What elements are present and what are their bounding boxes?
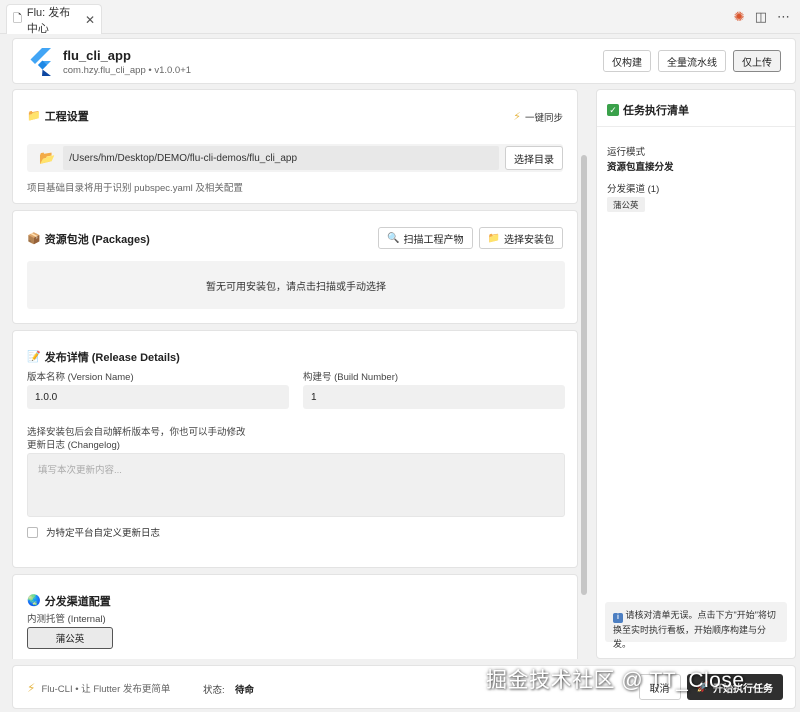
release-details-title-text: 发布详情 (Release Details) [44,352,180,364]
project-settings-card: 📁 工程设置 ⚡ 一键同步 📂 选择目录 项目基础目录将用于识别 pubspec… [12,89,578,204]
footer-buttons: 取消 🚀 开始执行任务 [638,674,783,700]
scan-artifacts-button[interactable]: 🔍 扫描工程产物 [378,227,473,249]
bolt-icon: ⚡ [513,110,521,123]
search-icon: 🔍 [387,232,400,244]
more-icon[interactable]: ⋯ [777,9,790,25]
full-pipeline-button[interactable]: 全量流水线 [658,50,726,72]
tab-actions: ✺ ◫ ⋯ [734,9,790,25]
start-tasks-label: 开始执行任务 [713,683,773,695]
checklist-info-box: i 请核对清单无误。点击下方"开始"将切换至实时执行看板，开始顺序构建与分发。 [605,602,787,649]
checklist-channel-chip: 蒲公英 [607,197,645,212]
channels-title-text: 分发渠道配置 [44,596,111,608]
scan-artifacts-label: 扫描工程产物 [403,234,464,246]
channels-title: 🌏 分发渠道配置 [27,593,111,609]
bolt-icon: ⚡ [27,681,36,695]
custom-changelog-checkbox[interactable] [27,526,38,538]
project-path-hint: 项目基础目录将用于识别 pubspec.yaml 及相关配置 [27,183,243,194]
custom-changelog-label: 为特定平台自定义更新日志 [46,528,161,539]
packages-empty-state: 暂无可用安装包，请点击扫描或手动选择 [27,261,565,309]
upload-only-button[interactable]: 仅上传 [733,50,781,72]
task-checklist-title-text: 任务执行清单 [623,105,689,117]
select-package-label: 选择安装包 [504,234,554,246]
channels-card: 🌏 分发渠道配置 内测托管 (Internal) 蒲公英 [12,574,578,659]
channels-count-label: 分发渠道 (1) [607,184,660,195]
checklist-info-text: 请核对清单无误。点击下方"开始"将切换至实时执行看板，开始顺序构建与分发。 [613,610,776,649]
quick-sync-label: 一键同步 [524,113,563,124]
split-editor-icon[interactable]: ◫ [755,9,767,25]
app-meta: com.hzy.flu_cli_app • v1.0.0+1 [63,65,192,76]
tab-title: Flu: 发布中心 [26,6,71,35]
start-tasks-button[interactable]: 🚀 开始执行任务 [686,674,783,700]
quick-sync-button[interactable]: ⚡ 一键同步 [513,110,563,124]
folder-open-icon: 📂 [39,150,56,165]
version-auto-hint: 选择安装包后会自动解析版本号，你也可以手动修改 [27,427,246,438]
task-checklist-panel: ✓ 任务执行清单 运行模式 资源包直接分发 分发渠道 (1) 蒲公英 i 请核对… [596,89,796,659]
tab-release-center[interactable]: 🗋 Flu: 发布中心 ✕ [6,4,102,35]
build-number-label: 构建号 (Build Number) [303,372,399,383]
channel-pgyer-chip[interactable]: 蒲公英 [27,627,113,649]
footer-bar: ⚡ Flu-CLI • 让 Flutter 发布更简单 状态: 待命 取消 🚀 … [12,665,796,709]
footer-brand-text: Flu-CLI • 让 Flutter 发布更简单 [41,684,171,695]
info-icon: i [613,613,623,623]
status-label: 状态: [203,685,225,696]
sparkle-icon[interactable]: ✺ [734,9,745,25]
packages-title-text: 资源包池 (Packages) [44,234,150,246]
packages-card: 📦 资源包池 (Packages) 🔍 扫描工程产物 📁 选择安装包 暂无可用安… [12,210,578,324]
main-scroll-thumb[interactable] [581,155,587,595]
version-name-label: 版本名称 (Version Name) [27,372,134,383]
cancel-button[interactable]: 取消 [638,674,681,700]
select-package-button[interactable]: 📁 选择安装包 [478,227,563,249]
side-divider [597,126,795,127]
run-mode-label: 运行模式 [607,147,646,158]
globe-icon: 🌏 [27,594,41,607]
project-path-row: 📂 选择目录 [27,144,563,172]
flutter-logo-icon [30,48,51,76]
header-buttons: 仅构建 全量流水线 仅上传 [603,50,781,72]
project-settings-title-text: 工程设置 [44,111,89,123]
changelog-textarea[interactable] [27,453,565,517]
package-icon: 📦 [27,232,41,245]
folder-small-icon: 📁 [487,232,500,244]
rocket-icon: 🚀 [696,681,709,693]
app-header: flu_cli_app com.hzy.flu_cli_app • v1.0.0… [12,38,796,84]
check-mark-icon: ✓ [607,104,619,116]
app-name: flu_cli_app [63,48,131,63]
build-only-button[interactable]: 仅构建 [603,50,651,72]
main-scrollbar[interactable] [581,89,588,659]
file-icon: 🗋 [13,13,22,25]
tab-bar: 🗋 Flu: 发布中心 ✕ ✺ ◫ ⋯ [0,0,800,35]
task-checklist-title: ✓ 任务执行清单 [607,102,689,118]
project-path-input[interactable] [63,146,500,170]
footer-brand: ⚡ Flu-CLI • 让 Flutter 发布更简单 [27,681,170,695]
main-scroll-area[interactable]: 📁 工程设置 ⚡ 一键同步 📂 选择目录 项目基础目录将用于识别 pubspec… [12,89,590,659]
build-number-input[interactable] [303,385,565,409]
memo-icon: 📝 [27,350,41,363]
close-icon[interactable]: ✕ [85,13,95,27]
packages-actions: 🔍 扫描工程产物 📁 选择安装包 [378,227,563,249]
release-details-card: 📝 发布详情 (Release Details) 版本名称 (Version N… [12,330,578,568]
folder-icon: 📁 [27,109,41,122]
run-mode-value: 资源包直接分发 [607,162,674,173]
project-settings-title: 📁 工程设置 [27,108,89,124]
packages-title: 📦 资源包池 (Packages) [27,231,150,247]
changelog-label: 更新日志 (Changelog) [27,440,120,451]
custom-changelog-row[interactable]: 为特定平台自定义更新日志 [27,525,160,539]
status-value: 待命 [235,685,255,696]
select-directory-button[interactable]: 选择目录 [505,146,563,170]
internal-channel-label: 内测托管 (Internal) [27,614,106,625]
release-details-title: 📝 发布详情 (Release Details) [27,349,180,365]
version-name-input[interactable] [27,385,289,409]
